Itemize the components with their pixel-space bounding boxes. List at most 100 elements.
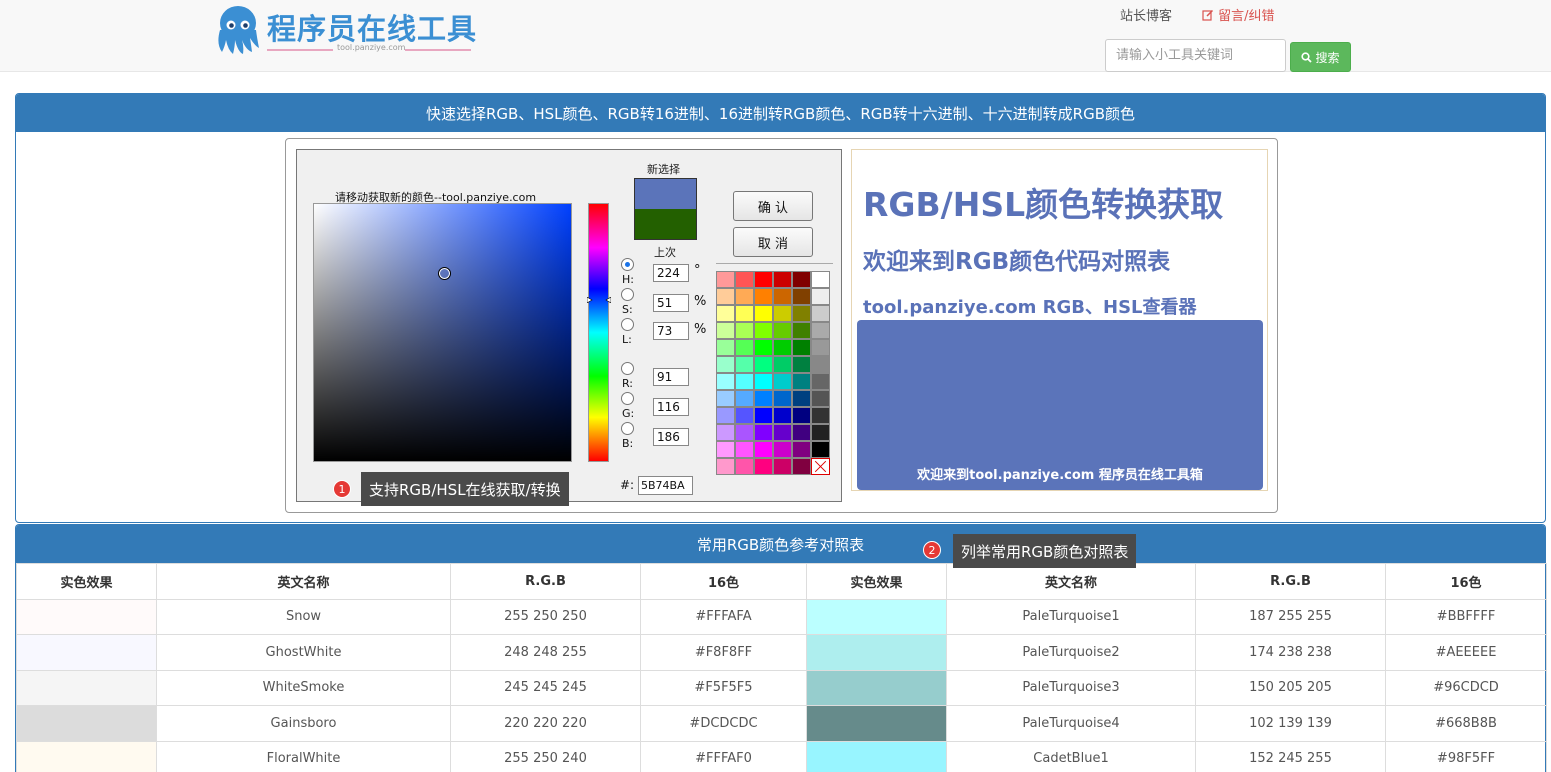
palette-swatch[interactable] <box>811 373 830 390</box>
palette-swatch[interactable] <box>716 441 735 458</box>
palette-swatch[interactable] <box>773 424 792 441</box>
hex-input[interactable]: 5B74BA <box>638 476 693 495</box>
palette-swatch[interactable] <box>754 322 773 339</box>
palette-swatch[interactable] <box>735 407 754 424</box>
s-input[interactable]: 51 <box>653 294 689 312</box>
palette-swatch[interactable] <box>811 424 830 441</box>
g-input[interactable]: 116 <box>653 398 689 416</box>
palette-swatch[interactable] <box>811 322 830 339</box>
palette-swatch[interactable] <box>792 288 811 305</box>
palette-swatch[interactable] <box>792 424 811 441</box>
palette-swatch[interactable] <box>811 390 830 407</box>
palette-swatch[interactable] <box>735 322 754 339</box>
palette-swatch[interactable] <box>754 407 773 424</box>
palette-swatch[interactable] <box>735 271 754 288</box>
palette-swatch[interactable] <box>773 339 792 356</box>
palette-swatch[interactable] <box>716 305 735 322</box>
hex-value-cell: #BBFFFF <box>1385 598 1547 635</box>
l-input[interactable]: 73 <box>653 322 689 340</box>
confirm-button[interactable]: 确 认 <box>733 191 813 221</box>
palette-swatch[interactable] <box>735 288 754 305</box>
palette-swatch[interactable] <box>716 373 735 390</box>
palette-swatch[interactable] <box>754 424 773 441</box>
nav-blog-link[interactable]: 站长博客 <box>1120 5 1172 24</box>
palette-swatch[interactable] <box>735 424 754 441</box>
palette-swatch[interactable] <box>754 356 773 373</box>
palette-swatch[interactable] <box>792 441 811 458</box>
palette-swatch[interactable] <box>716 288 735 305</box>
sv-cursor[interactable] <box>438 267 451 280</box>
palette-swatch[interactable] <box>773 441 792 458</box>
hue-slider[interactable] <box>588 203 609 462</box>
palette-swatch[interactable] <box>792 458 811 475</box>
nav-feedback-link[interactable]: 留言/纠错 <box>1202 5 1275 24</box>
r-radio[interactable] <box>621 362 634 375</box>
palette-swatch[interactable] <box>811 356 830 373</box>
palette-swatch[interactable] <box>811 271 830 288</box>
palette-swatch[interactable] <box>773 407 792 424</box>
palette-swatch[interactable] <box>716 390 735 407</box>
b-input[interactable]: 186 <box>653 428 689 446</box>
palette-swatch[interactable] <box>716 271 735 288</box>
palette-swatch[interactable] <box>811 339 830 356</box>
palette-swatch[interactable] <box>735 441 754 458</box>
cancel-button[interactable]: 取 消 <box>733 227 813 257</box>
palette-swatch[interactable] <box>773 373 792 390</box>
g-radio[interactable] <box>621 392 634 405</box>
palette-swatch[interactable] <box>773 271 792 288</box>
palette-swatch[interactable] <box>716 424 735 441</box>
palette-swatch[interactable] <box>792 373 811 390</box>
palette-swatch[interactable] <box>773 458 792 475</box>
palette-swatch[interactable] <box>735 373 754 390</box>
logo-subtitle: tool.panziye.com <box>267 43 471 55</box>
palette-swatch[interactable] <box>716 322 735 339</box>
palette-swatch[interactable] <box>811 288 830 305</box>
saturation-lightness-area[interactable] <box>313 203 572 462</box>
l-radio[interactable] <box>621 318 634 331</box>
palette-swatch[interactable] <box>811 441 830 458</box>
palette-swatch[interactable] <box>754 441 773 458</box>
palette-swatch[interactable] <box>792 339 811 356</box>
palette-swatch[interactable] <box>735 305 754 322</box>
palette-swatch[interactable] <box>735 458 754 475</box>
b-radio[interactable] <box>621 422 634 435</box>
palette-swatch[interactable] <box>811 407 830 424</box>
search-input[interactable] <box>1105 39 1286 72</box>
palette-swatch[interactable] <box>754 288 773 305</box>
palette-swatch[interactable] <box>735 390 754 407</box>
palette-swatch[interactable] <box>754 339 773 356</box>
palette-swatch[interactable] <box>792 305 811 322</box>
palette-swatch[interactable] <box>773 305 792 322</box>
r-input[interactable]: 91 <box>653 368 689 386</box>
palette-swatch[interactable] <box>792 407 811 424</box>
s-radio[interactable] <box>621 288 634 301</box>
previous-color-swatch[interactable] <box>634 209 697 240</box>
palette-swatch[interactable] <box>773 390 792 407</box>
hue-slider-handle[interactable] <box>587 297 611 303</box>
palette-swatch[interactable] <box>754 305 773 322</box>
palette-swatch[interactable] <box>773 288 792 305</box>
site-logo[interactable]: 程序员在线工具 tool.panziye.com <box>213 4 476 58</box>
palette-swatch[interactable] <box>754 458 773 475</box>
palette-swatch[interactable] <box>716 407 735 424</box>
palette-swatch[interactable] <box>773 322 792 339</box>
palette-swatch[interactable] <box>716 458 735 475</box>
palette-swatch[interactable] <box>716 356 735 373</box>
h-radio[interactable] <box>621 258 634 271</box>
search-button[interactable]: 搜索 <box>1290 42 1351 72</box>
h-input[interactable]: 224 <box>653 264 689 282</box>
palette-swatch[interactable] <box>754 271 773 288</box>
palette-swatch[interactable] <box>716 339 735 356</box>
palette-swatch[interactable] <box>792 271 811 288</box>
palette-swatch[interactable] <box>754 390 773 407</box>
no-color-swatch[interactable] <box>811 458 830 475</box>
palette-swatch[interactable] <box>735 339 754 356</box>
palette-swatch[interactable] <box>792 322 811 339</box>
palette-swatch[interactable] <box>754 373 773 390</box>
palette-swatch[interactable] <box>811 305 830 322</box>
palette-swatch[interactable] <box>735 356 754 373</box>
palette-swatch[interactable] <box>792 390 811 407</box>
palette-swatch[interactable] <box>792 356 811 373</box>
color-swatch-cell <box>16 598 157 635</box>
palette-swatch[interactable] <box>773 356 792 373</box>
